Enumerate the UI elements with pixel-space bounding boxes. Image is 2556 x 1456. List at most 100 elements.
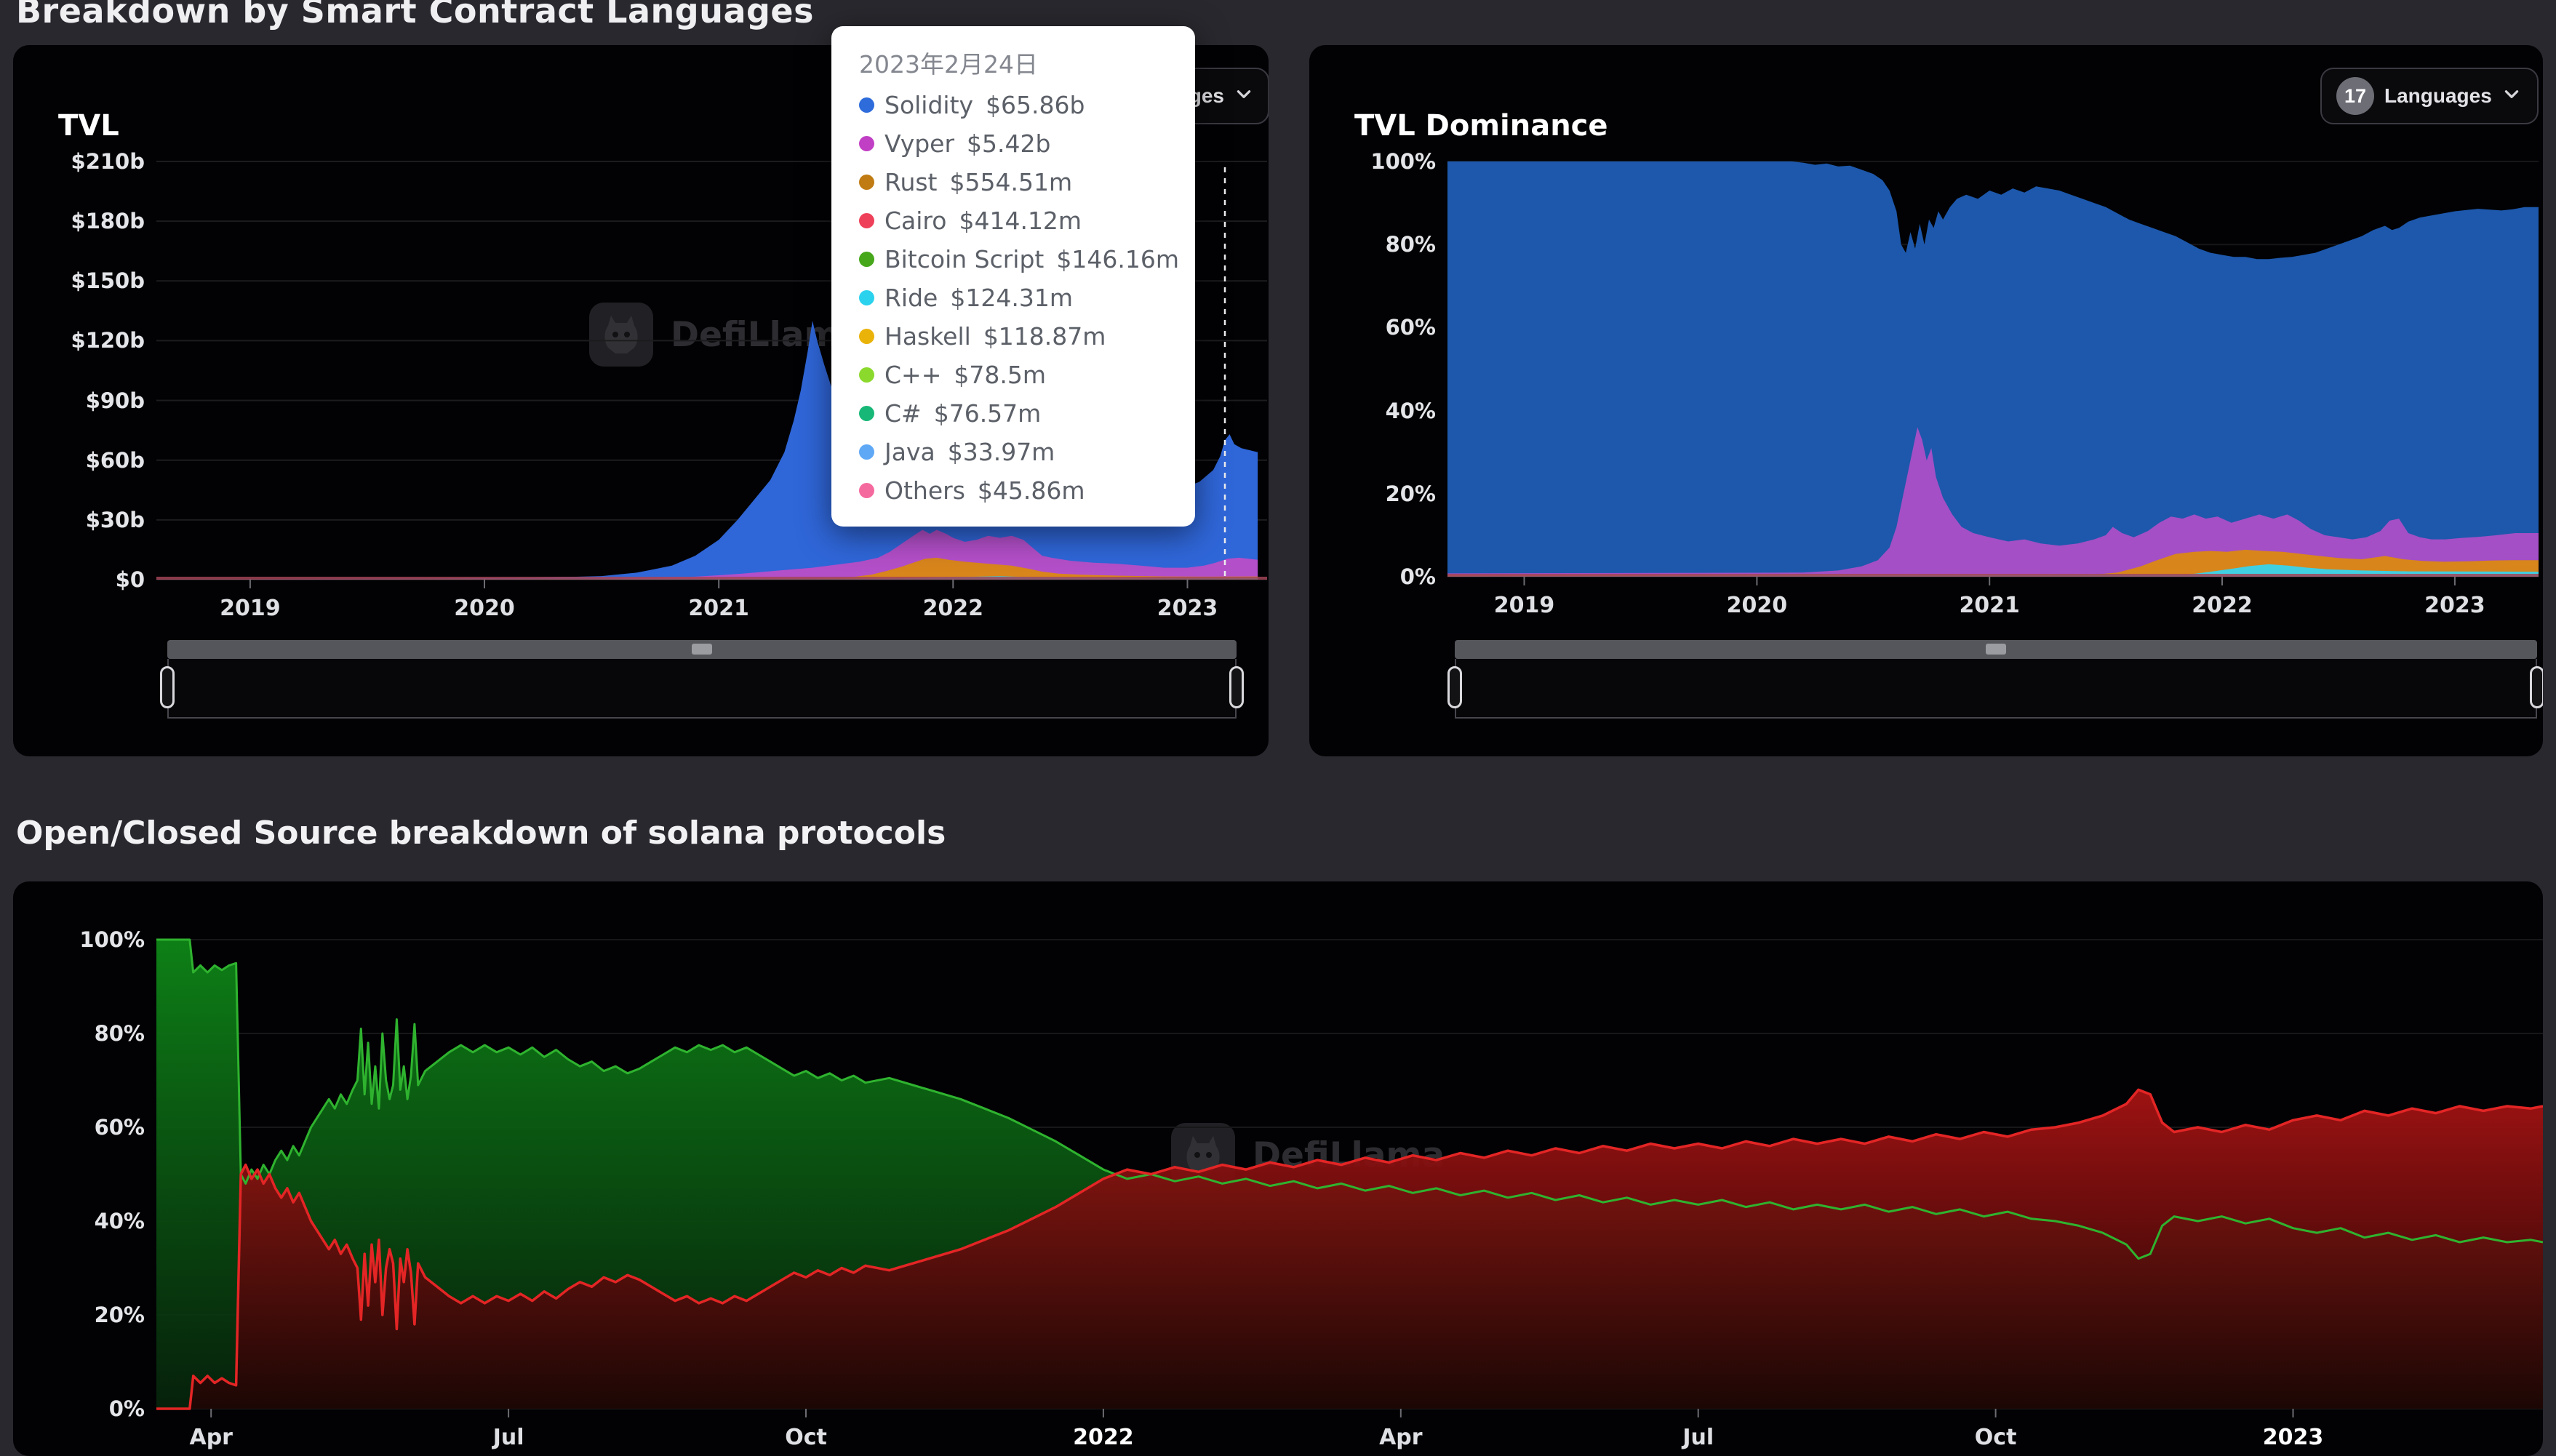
tooltip-series-value: $33.97m (948, 438, 1055, 466)
slider-window[interactable] (1455, 659, 2537, 719)
tooltip-series-value: $146.16m (1056, 245, 1179, 273)
tooltip-series-value: $118.87m (983, 322, 1106, 351)
x-axis-label: 2020 (454, 596, 515, 621)
languages-count-badge: 17 (2336, 77, 2374, 115)
slider-move-handle[interactable] (1455, 640, 2537, 659)
tvl-dominance-chart[interactable]: 100%80%60%40%20%0%20192020202120222023 (1447, 161, 2539, 577)
x-axis-label: Apr (1379, 1425, 1423, 1450)
slider-window[interactable] (167, 659, 1237, 719)
series-color-dot-icon (859, 136, 874, 151)
series-color-dot-icon (859, 329, 874, 344)
y-axis-label: $150b (21, 268, 145, 293)
tooltip-row: Java $33.97m (859, 433, 1188, 471)
y-axis-label: $90b (21, 388, 145, 413)
tooltip-series-name: Solidity (884, 91, 973, 119)
series-color-dot-icon (859, 483, 874, 498)
series-color-dot-icon (859, 213, 874, 228)
tooltip-row: Solidity $65.86b (859, 86, 1188, 124)
x-axis-label: Apr (189, 1425, 233, 1450)
y-axis-label: 40% (1312, 399, 1436, 423)
x-axis-label: 2020 (1727, 593, 1788, 618)
tooltip-series-value: $65.86b (986, 91, 1085, 119)
x-axis-label: 2021 (1959, 593, 2020, 618)
dominance-languages-dropdown-label: Languages (2384, 84, 2492, 108)
tooltip-row: C# $76.57m (859, 394, 1188, 433)
y-axis-label: 80% (21, 1021, 145, 1046)
y-axis-label: $30b (21, 508, 145, 532)
tooltip-rows: Solidity $65.86b Vyper $5.42b Rust $554.51m Ca… (859, 86, 1188, 510)
tooltip-series-name: Bitcoin Script (884, 245, 1044, 273)
y-axis-label: 100% (1312, 149, 1436, 174)
slider-left-handle[interactable] (160, 666, 175, 708)
open-closed-source-breakdown-of-solana-protocols-svg (156, 940, 2543, 1419)
tooltip-date: 2023年2月24日 (859, 45, 1188, 80)
tvl-dominance-card: TVL Dominance 17 Languages DefiLlama 100… (1309, 45, 2543, 756)
tooltip-row: Ride $124.31m (859, 279, 1188, 317)
series-color-dot-icon (859, 367, 874, 383)
tooltip-row: Bitcoin Script $146.16m (859, 240, 1188, 279)
y-axis-label: 80% (1312, 232, 1436, 257)
tooltip-row: Vyper $5.42b (859, 124, 1188, 163)
y-axis-label: 100% (21, 927, 145, 952)
x-axis-label: 2019 (1494, 593, 1555, 618)
series-color-dot-icon (859, 175, 874, 190)
slider-move-nub-icon (692, 644, 712, 655)
y-axis-label: 20% (1312, 481, 1436, 506)
series-color-dot-icon (859, 444, 874, 460)
series-color-dot-icon (859, 406, 874, 421)
tooltip-series-name: Haskell (884, 322, 971, 351)
tooltip-series-name: C++ (884, 361, 941, 389)
slider-right-handle[interactable] (1229, 666, 1244, 708)
tvl-dominance-card-title: TVL Dominance (1354, 109, 1608, 143)
y-axis-label: 60% (1312, 315, 1436, 340)
tooltip-series-name: C# (884, 399, 922, 428)
x-axis-label: 2019 (220, 596, 281, 621)
tooltip-series-value: $554.51m (950, 168, 1073, 196)
x-axis-label: 2022 (2192, 593, 2253, 618)
y-axis-label: $180b (21, 209, 145, 233)
tooltip-series-name: Vyper (884, 129, 954, 158)
y-axis-label: 20% (21, 1303, 145, 1327)
tooltip-series-value: $76.57m (934, 399, 1042, 428)
x-axis-label: Oct (785, 1425, 827, 1450)
y-axis-label: $0 (21, 567, 145, 592)
tooltip-row: Rust $554.51m (859, 163, 1188, 201)
y-axis-label: 0% (1312, 564, 1436, 589)
open-closed-chart[interactable]: 100%80%60%40%20%0%AprJulOct2022AprJulOct… (156, 940, 2543, 1409)
x-axis-label: Jul (493, 1425, 524, 1450)
y-axis-label: $60b (21, 448, 145, 473)
x-axis-label: Oct (1975, 1425, 2017, 1450)
tvl-card-title: TVL (58, 109, 119, 143)
y-axis-label: 40% (21, 1209, 145, 1233)
tvl-dominance-svg (1447, 161, 2539, 587)
slider-right-handle[interactable] (2530, 666, 2543, 708)
x-axis-label: 2023 (2424, 593, 2485, 618)
tooltip-series-name: Others (884, 476, 965, 505)
tooltip-series-value: $5.42b (967, 129, 1050, 158)
x-axis-label: 2023 (2263, 1425, 2324, 1450)
tooltip-series-name: Ride (884, 284, 938, 312)
dominance-zoom-slider[interactable] (1455, 640, 2537, 721)
tooltip-series-value: $124.31m (950, 284, 1073, 312)
slider-left-handle[interactable] (1447, 666, 1462, 708)
x-axis-label: 2021 (688, 596, 749, 621)
series-color-dot-icon (859, 97, 874, 113)
tooltip-series-value: $45.86m (978, 476, 1085, 505)
x-axis-label: 2022 (1073, 1425, 1134, 1450)
x-axis-label: 2023 (1157, 596, 1218, 621)
x-axis-label: Jul (1682, 1425, 1714, 1450)
tooltip-series-name: Rust (884, 168, 938, 196)
series-color-dot-icon (859, 252, 874, 267)
y-axis-label: 0% (21, 1396, 145, 1421)
tooltip-row: Haskell $118.87m (859, 317, 1188, 356)
slider-move-handle[interactable] (167, 640, 1237, 659)
y-axis-label: 60% (21, 1115, 145, 1140)
page-title: Breakdown by Smart Contract Languages (16, 0, 814, 31)
tooltip-series-name: Java (884, 438, 935, 466)
tooltip-row: Others $45.86m (859, 471, 1188, 510)
dominance-languages-dropdown[interactable]: 17 Languages (2320, 68, 2539, 124)
tvl-zoom-slider[interactable] (167, 640, 1237, 721)
series-color-dot-icon (859, 290, 874, 305)
tooltip-row: Cairo$414.12m (859, 201, 1188, 240)
chevron-down-icon (2502, 84, 2521, 108)
